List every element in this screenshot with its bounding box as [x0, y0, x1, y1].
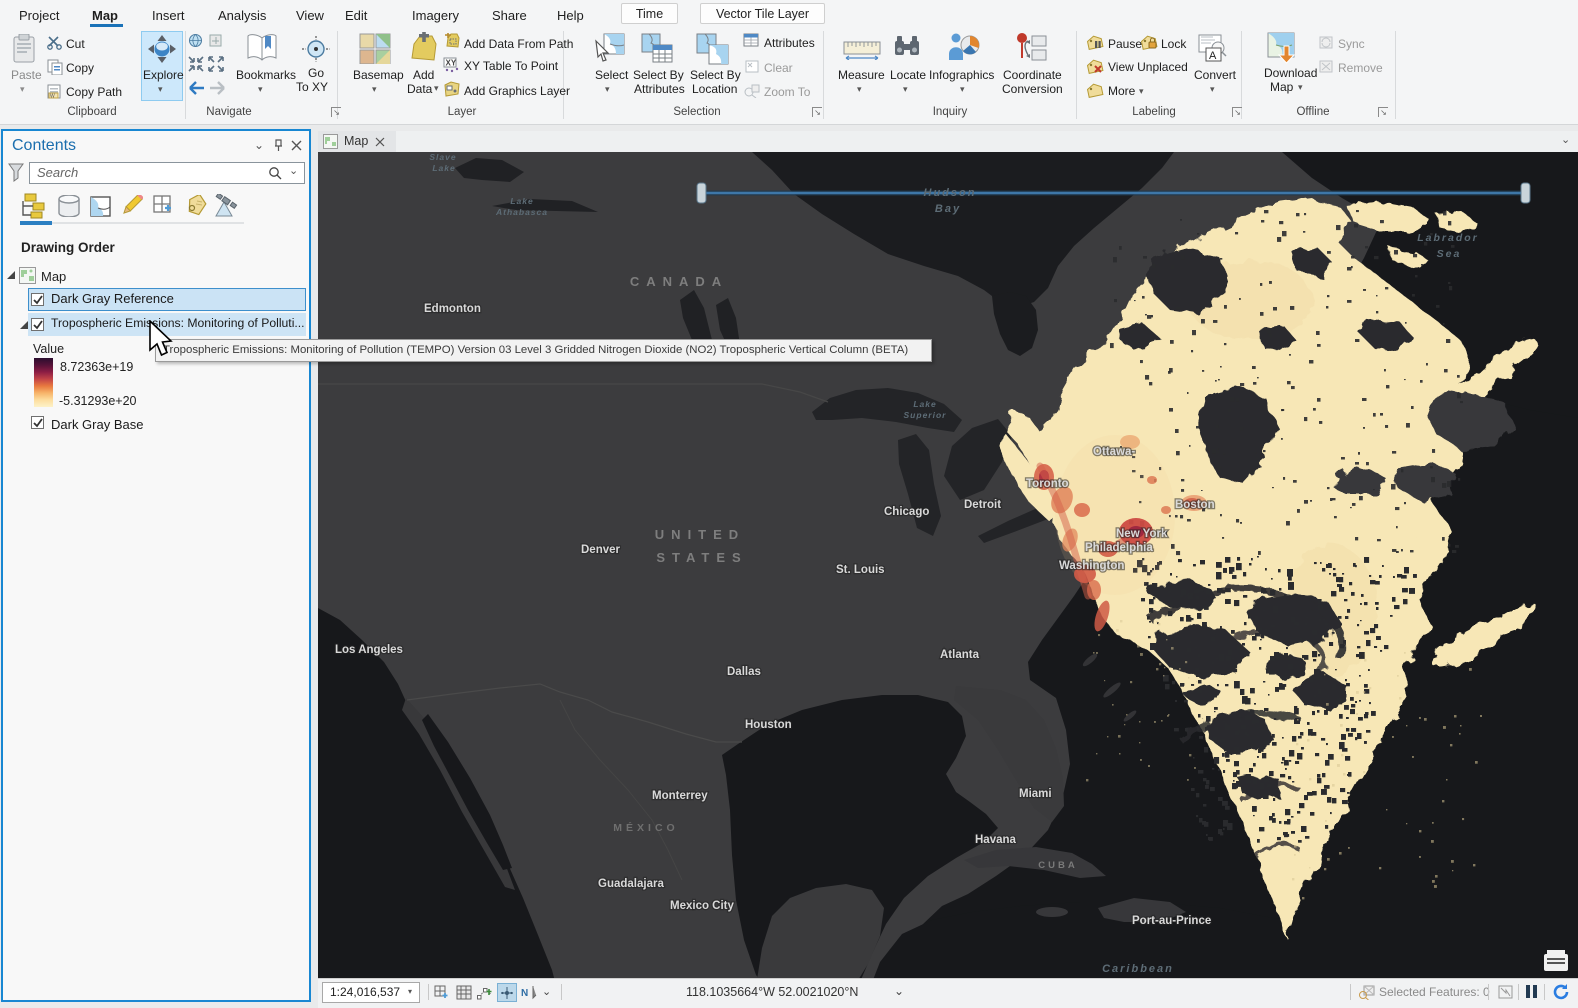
svg-text:Ottawa-: Ottawa-	[1093, 446, 1135, 458]
svg-text:Los Angeles: Los Angeles	[335, 644, 403, 656]
svg-text:STATES: STATES	[656, 550, 747, 565]
svg-text:Edmonton: Edmonton	[424, 303, 481, 315]
svg-text:MÉXICO: MÉXICO	[613, 821, 678, 834]
svg-text:Washington: Washington	[1059, 560, 1124, 572]
svg-text:Denver: Denver	[581, 544, 621, 556]
svg-text:Lake: Lake	[913, 399, 936, 409]
svg-text:Slave: Slave	[429, 152, 456, 162]
svg-text:Caribbean: Caribbean	[1102, 963, 1174, 975]
svg-text:Dallas: Dallas	[727, 666, 761, 678]
svg-text:Guadalajara: Guadalajara	[598, 878, 664, 890]
svg-text:Monterrey: Monterrey	[652, 790, 708, 802]
svg-text:A: A	[1209, 50, 1217, 62]
svg-text:XY: XY	[446, 59, 457, 68]
svg-text:Houston: Houston	[745, 719, 792, 731]
svg-text:St. Louis: St. Louis	[836, 564, 885, 576]
svg-text:Hudson: Hudson	[924, 187, 977, 199]
svg-text:CANADA: CANADA	[630, 274, 728, 289]
svg-text:Mexico City: Mexico City	[670, 900, 735, 912]
svg-text:Atlanta: Atlanta	[940, 649, 980, 661]
svg-text:Labrador: Labrador	[1417, 232, 1479, 244]
svg-text:Port-au-Prince: Port-au-Prince	[1132, 915, 1211, 927]
svg-text:Superior: Superior	[904, 410, 947, 420]
svg-text:CUBA: CUBA	[1038, 860, 1077, 871]
svg-text:Miami: Miami	[1019, 788, 1052, 800]
svg-text:Athabasca: Athabasca	[495, 207, 548, 217]
svg-text:Havana: Havana	[975, 834, 1017, 846]
svg-text:Sea: Sea	[1437, 248, 1462, 260]
svg-text:Toronto: Toronto	[1026, 478, 1069, 490]
svg-text:Lake: Lake	[432, 163, 455, 173]
svg-text:Philadelphia: Philadelphia	[1085, 542, 1153, 554]
svg-text:Chicago: Chicago	[884, 506, 929, 518]
svg-text:New York: New York	[1116, 528, 1168, 540]
svg-text:Lake: Lake	[510, 196, 533, 206]
svg-text:Detroit: Detroit	[964, 499, 1001, 511]
svg-text:N: N	[521, 988, 528, 999]
svg-text:W: W	[50, 94, 55, 100]
svg-text:Bay: Bay	[935, 203, 961, 215]
svg-text:UNITED: UNITED	[655, 527, 745, 542]
svg-text:Boston: Boston	[1175, 499, 1215, 511]
